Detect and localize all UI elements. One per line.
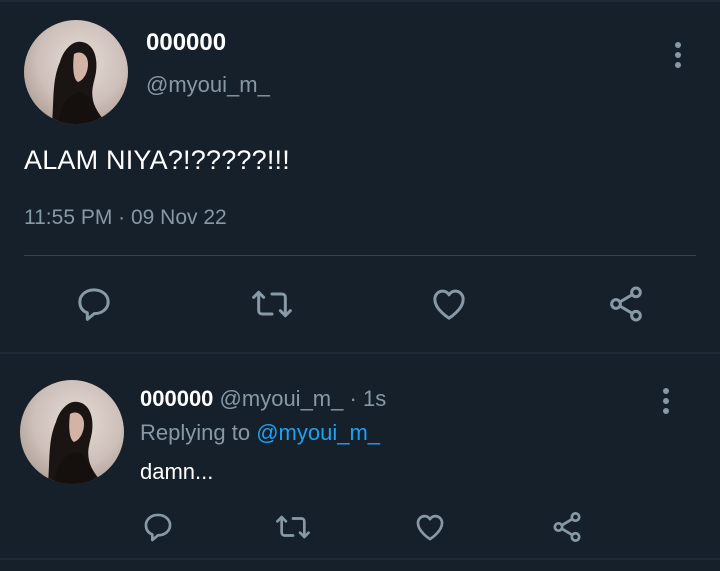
display-name[interactable]: 000000 xyxy=(146,29,226,57)
heart-icon[interactable] xyxy=(413,510,447,544)
share-icon[interactable] xyxy=(550,510,584,544)
replying-to-link[interactable]: @myoui_m_ xyxy=(256,420,380,445)
share-icon[interactable] xyxy=(605,284,647,324)
reply-time[interactable]: 1s xyxy=(363,386,386,411)
reply-separator: · xyxy=(349,386,357,411)
bottom-divider xyxy=(0,558,720,560)
replying-to-label: Replying to xyxy=(140,420,251,445)
top-divider xyxy=(0,0,720,2)
heart-icon[interactable] xyxy=(428,284,470,324)
more-vertical-icon[interactable] xyxy=(654,386,678,416)
reply-avatar[interactable] xyxy=(20,380,124,484)
divider xyxy=(24,255,696,256)
user-handle[interactable]: @myoui_m_ xyxy=(146,72,270,98)
more-vertical-icon[interactable] xyxy=(666,40,690,70)
avatar[interactable] xyxy=(24,20,128,124)
reply-display-name[interactable]: 000000 xyxy=(140,386,213,411)
reply-icon[interactable] xyxy=(141,510,175,544)
section-divider xyxy=(0,352,720,354)
replying-to-line: Replying to @myoui_m_ xyxy=(140,420,380,446)
reply-text: damn... xyxy=(140,459,214,484)
tweet-text: ALAM NIYA?!?????!!! xyxy=(24,145,290,175)
retweet-icon[interactable] xyxy=(250,284,294,324)
tweet-thread-screen: 000000 @myoui_m_ ALAM NIYA?!?????!!! 11:… xyxy=(0,0,720,571)
tweet-timestamp[interactable]: 11:55 PM · 09 Nov 22 xyxy=(24,206,227,230)
reply-header: 000000 @myoui_m_ · 1s xyxy=(140,386,386,412)
retweet-icon[interactable] xyxy=(274,510,312,544)
reply-handle[interactable]: @myoui_m_ xyxy=(220,386,344,411)
reply-icon[interactable] xyxy=(74,284,114,324)
